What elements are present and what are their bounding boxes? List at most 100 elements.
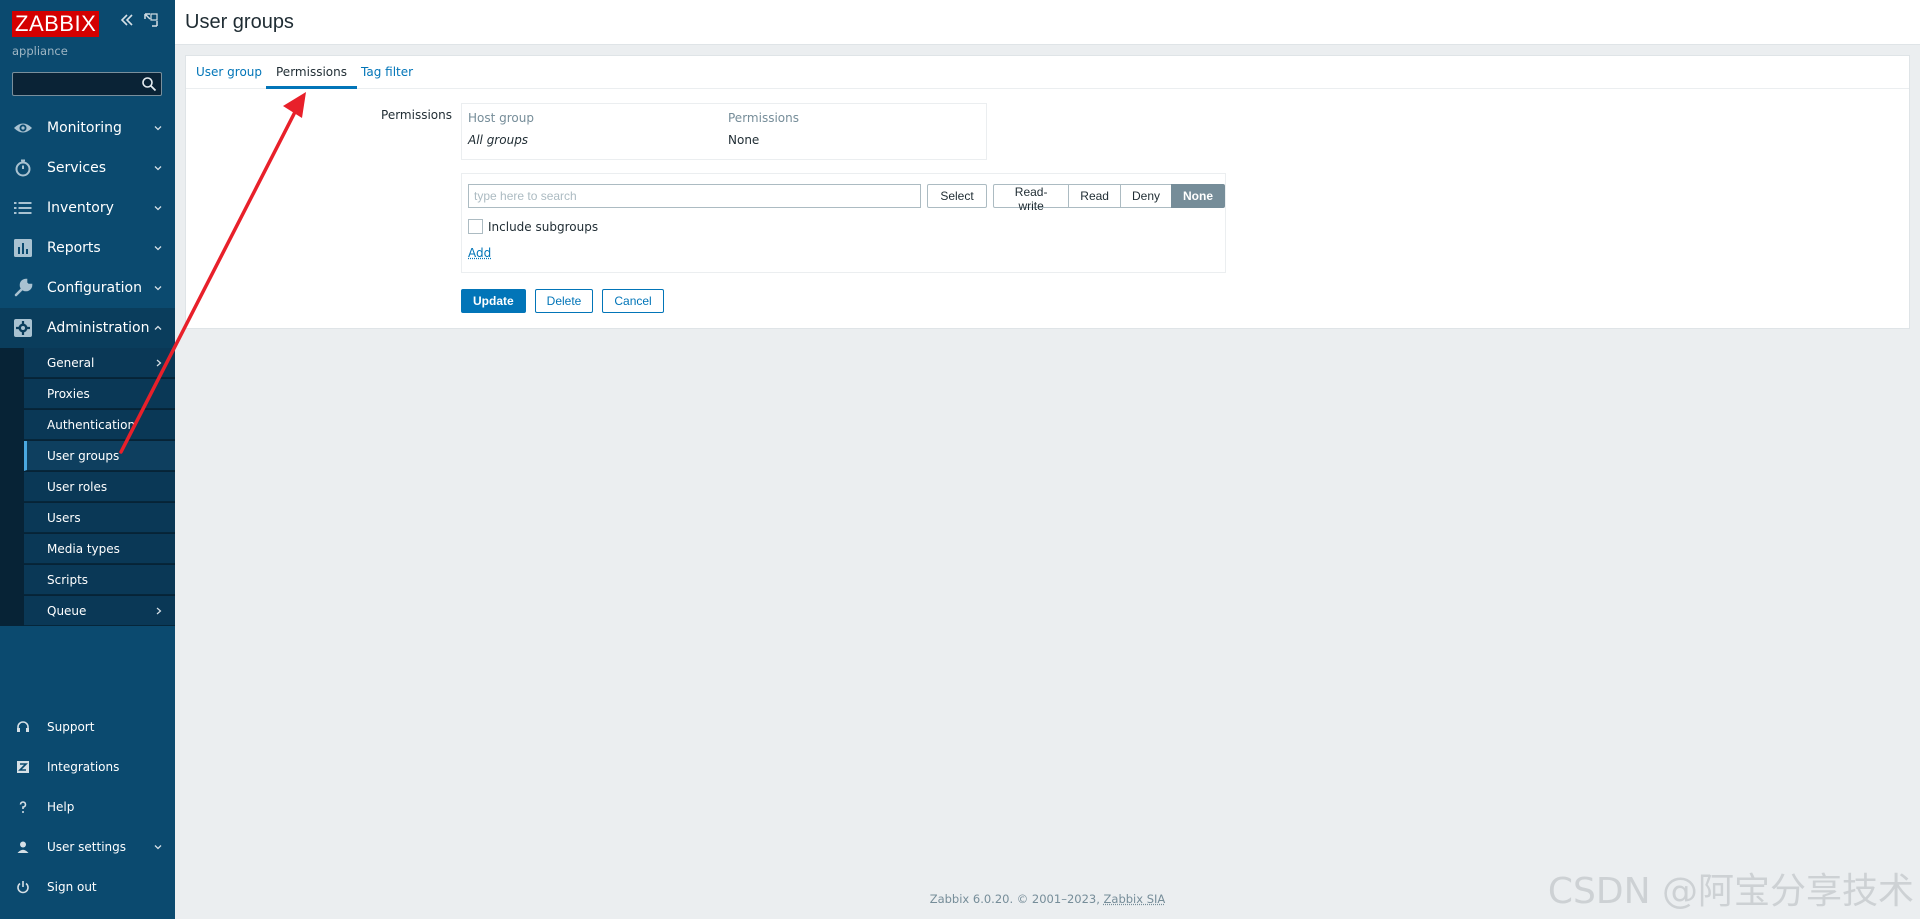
page-title: User groups <box>185 11 294 33</box>
menu-label: Help <box>47 800 75 814</box>
menu-label: Reports <box>47 240 101 256</box>
read-option[interactable]: Read <box>1068 184 1121 208</box>
cancel-button[interactable]: Cancel <box>602 289 664 313</box>
chevron-up-icon <box>154 325 162 330</box>
menu-user-settings[interactable]: User settings <box>0 827 175 867</box>
menu-administration[interactable]: Administration <box>0 308 175 348</box>
administration-submenu: General Proxies Authentication User grou… <box>0 348 175 626</box>
delete-button[interactable]: Delete <box>534 289 594 313</box>
cell-permission: None <box>728 133 760 147</box>
menu-services[interactable]: Services <box>0 148 175 188</box>
submenu-label: Users <box>47 510 81 525</box>
tab-bar: User group Permissions Tag filter <box>186 56 1909 89</box>
chevron-down-icon <box>154 845 162 850</box>
select-button[interactable]: Select <box>927 184 987 208</box>
deny-option[interactable]: Deny <box>1119 184 1172 208</box>
column-header-host-group: Host group <box>468 111 534 125</box>
submenu-label: Proxies <box>47 386 90 401</box>
kiosk-mode-icon[interactable] <box>143 12 159 28</box>
submenu-general[interactable]: General <box>24 348 175 378</box>
headset-icon <box>17 721 29 732</box>
menu-monitoring[interactable]: Monitoring <box>0 108 175 148</box>
submenu-user-groups[interactable]: User groups <box>24 441 175 471</box>
chevron-down-icon <box>154 166 162 171</box>
chevron-down-icon <box>154 126 162 131</box>
menu-configuration[interactable]: Configuration <box>0 268 175 308</box>
submenu-scripts[interactable]: Scripts <box>24 565 175 595</box>
permission-segmented-control: Read-write Read Deny None <box>993 184 1225 213</box>
logo-row: ZABBIX <box>12 11 100 37</box>
include-subgroups-row[interactable]: Include subgroups <box>468 219 598 234</box>
chevron-down-icon <box>154 206 162 211</box>
menu-label: Integrations <box>47 760 120 774</box>
form-actions: Update Delete Cancel <box>461 289 673 313</box>
submenu-label: Authentication <box>47 417 136 432</box>
menu-reports[interactable]: Reports <box>0 228 175 268</box>
bar-chart-icon <box>14 239 32 257</box>
page-header: User groups <box>175 0 1920 45</box>
menu-integrations[interactable]: Integrations <box>0 747 175 787</box>
include-subgroups-label: Include subgroups <box>488 219 599 234</box>
menu-inventory[interactable]: Inventory <box>0 188 175 228</box>
column-header-permissions: Permissions <box>728 111 799 125</box>
tab-tag-filter[interactable]: Tag filter <box>351 56 423 89</box>
question-icon <box>19 801 27 813</box>
submenu-media-types[interactable]: Media types <box>24 534 175 564</box>
chevron-right-icon <box>156 359 162 366</box>
power-icon <box>17 881 29 894</box>
eye-icon <box>14 123 32 133</box>
add-link[interactable]: Add <box>468 246 491 260</box>
menu-label: Support <box>47 720 95 734</box>
user-icon <box>17 841 29 853</box>
form-panel: User group Permissions Tag filter Permis… <box>185 55 1910 329</box>
host-group-search-input[interactable] <box>468 184 921 208</box>
update-button[interactable]: Update <box>461 289 526 313</box>
menu-help[interactable]: Help <box>0 787 175 827</box>
submenu-label: User groups <box>47 448 120 463</box>
add-permission-box: Select Read-write Read Deny None Include… <box>461 173 1226 273</box>
footer-text: Zabbix 6.0.20. © 2001–2023, <box>929 892 1104 906</box>
cell-host-group: All groups <box>468 133 529 147</box>
menu-label: Administration <box>47 320 150 336</box>
submenu-label: User roles <box>47 479 108 494</box>
collapse-sidebar-icon[interactable] <box>119 12 135 28</box>
include-subgroups-checkbox[interactable] <box>468 219 483 234</box>
menu-label: Configuration <box>47 280 142 296</box>
menu-label: Inventory <box>47 200 114 216</box>
submenu-proxies[interactable]: Proxies <box>24 379 175 409</box>
chevron-down-icon <box>154 286 162 291</box>
none-option[interactable]: None <box>1171 184 1225 208</box>
chevron-right-icon <box>156 607 162 614</box>
footer-zabbix-sia-link[interactable]: Zabbix SIA <box>1104 892 1166 906</box>
list-icon <box>14 202 32 214</box>
submenu-users[interactable]: Users <box>24 503 175 533</box>
menu-label: Sign out <box>47 880 97 894</box>
stopwatch-icon <box>15 159 31 177</box>
search-icon[interactable] <box>141 76 157 92</box>
zabbix-z-icon <box>17 761 29 773</box>
gear-icon <box>14 319 32 337</box>
submenu-queue[interactable]: Queue <box>24 596 175 626</box>
submenu-user-roles[interactable]: User roles <box>24 472 175 502</box>
zabbix-logo[interactable]: ZABBIX <box>12 11 100 37</box>
sidebar-search-input[interactable] <box>12 72 162 96</box>
read-write-option[interactable]: Read-write <box>993 184 1070 213</box>
permissions-label: Permissions <box>381 108 452 122</box>
submenu-label: General <box>47 355 95 370</box>
tab-permissions[interactable]: Permissions <box>266 56 357 89</box>
menu-label: Services <box>47 160 107 176</box>
menu-label: User settings <box>47 840 127 854</box>
menu-support[interactable]: Support <box>0 707 175 747</box>
sidebar: ZABBIX appliance Monitoring Services Inv… <box>0 0 175 919</box>
watermark: CSDN @阿宝分享技术 <box>1547 871 1914 912</box>
permissions-table: Host group Permissions All groups None <box>461 103 987 160</box>
submenu-authentication[interactable]: Authentication <box>24 410 175 440</box>
submenu-label: Media types <box>47 541 120 556</box>
wrench-icon <box>14 278 33 297</box>
menu-sign-out[interactable]: Sign out <box>0 867 175 907</box>
menu-label: Monitoring <box>47 120 122 136</box>
server-name: appliance <box>12 44 68 58</box>
tab-user-group[interactable]: User group <box>186 56 272 89</box>
submenu-label: Queue <box>47 603 87 618</box>
chevron-down-icon <box>154 246 162 251</box>
